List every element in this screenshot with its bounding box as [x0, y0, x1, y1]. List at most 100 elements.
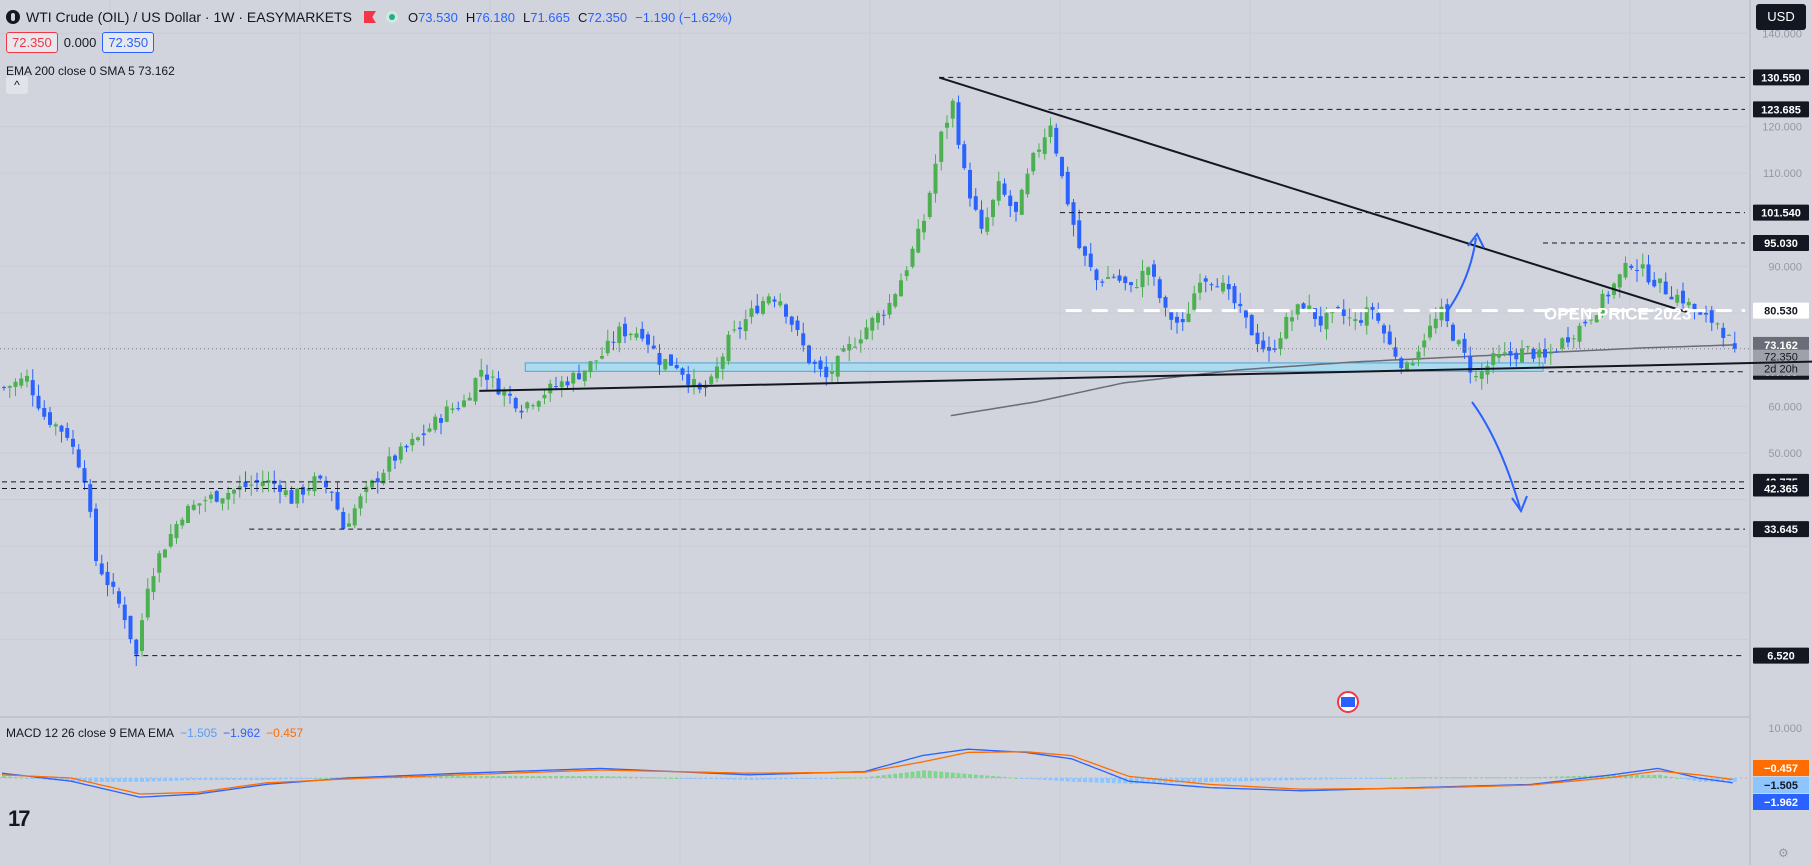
macd-hist-bar	[887, 774, 892, 778]
candle-body	[1318, 316, 1323, 326]
symbol-title[interactable]: WTI Crude (OIL) / US Dollar · 1W · EASYM…	[26, 9, 352, 25]
level-label: 95.030	[1764, 238, 1798, 250]
currency-button[interactable]: USD	[1756, 4, 1806, 30]
candle-body	[140, 620, 144, 652]
macd-hist-bar	[1083, 778, 1087, 783]
macd-hist-bar	[968, 774, 972, 778]
candle-body	[1232, 286, 1237, 304]
macd-hist-bar	[830, 778, 834, 779]
candle-body	[1226, 284, 1231, 290]
macd-hist-bar	[1382, 778, 1386, 779]
candle-body	[766, 296, 771, 304]
candle-body	[105, 571, 110, 586]
macd-hist-bar	[1261, 778, 1266, 781]
sell-button[interactable]: 72.350	[6, 32, 58, 53]
ema-indicator-label[interactable]: EMA 200 close 0 SMA 5 73.162	[6, 64, 175, 78]
market-status-icon[interactable]	[385, 11, 398, 23]
candle-body	[1065, 171, 1070, 205]
candle-body	[1111, 276, 1116, 278]
macd-hist-bar	[1065, 778, 1070, 782]
macd-hist-bar	[467, 776, 472, 778]
macd-hist-bar	[134, 778, 139, 782]
candle-body	[462, 400, 466, 407]
price-tick-label: 90.000	[1768, 261, 1802, 273]
macd-hist-bar	[1387, 777, 1392, 779]
macd-hist-bar	[163, 778, 167, 782]
candle-body	[876, 313, 880, 323]
macd-hist-bar	[1175, 778, 1179, 783]
macd-hist-bar	[577, 776, 581, 778]
candle-body	[151, 576, 156, 592]
macd-hist-bar	[1019, 778, 1024, 779]
macd-hist-bar	[1330, 778, 1335, 780]
candle-body	[243, 481, 248, 488]
symbol-header[interactable]: WTI Crude (OIL) / US Dollar · 1W · EASYM…	[6, 6, 732, 28]
candle-body	[686, 374, 691, 385]
macd-hist-bar	[680, 778, 685, 779]
candle-body	[485, 374, 489, 380]
candle-body	[807, 345, 811, 364]
macd-hist-bar	[899, 773, 903, 778]
macd-hist-bar	[755, 778, 760, 780]
candle-body	[1514, 352, 1519, 360]
bullish-arrow	[1445, 237, 1477, 314]
high-value: 76.180	[475, 9, 515, 25]
macd-hist-bar	[502, 776, 507, 778]
candle-body	[1537, 349, 1542, 358]
macd-hist-bar	[1428, 777, 1432, 779]
macd-hist-bar	[571, 776, 576, 778]
macd-hist-bar	[795, 778, 800, 779]
candle-body	[19, 378, 24, 386]
candle-body	[65, 428, 70, 438]
macd-hist-bar	[1571, 776, 1576, 778]
macd-hist-bar	[1209, 778, 1214, 782]
candle-body	[749, 308, 754, 317]
macd-legend[interactable]: MACD 12 26 close 9 EMA EMA −1.505 −1.962…	[6, 726, 303, 740]
candle-body	[617, 326, 622, 344]
macd-hist-bar	[1393, 777, 1398, 779]
macd-hist-bar	[950, 772, 955, 778]
macd-hist-bar	[927, 770, 932, 778]
flag-icon[interactable]	[363, 11, 376, 23]
candle-body	[795, 320, 800, 331]
signal-line	[1, 751, 1733, 795]
macd-hist-bar	[145, 778, 150, 782]
macd-hist-bar	[1313, 778, 1317, 780]
macd-value-tag: −0.457	[1764, 763, 1798, 775]
macd-hist-bar	[1284, 778, 1289, 781]
price-tick-label: 50.000	[1768, 448, 1802, 460]
candle-body	[94, 508, 98, 561]
buy-button[interactable]: 72.350	[102, 32, 155, 53]
candle-body	[1606, 294, 1611, 297]
settings-gear-icon[interactable]: ⚙	[1778, 846, 1789, 860]
macd-hist-bar	[485, 776, 489, 778]
macd-hist-bar	[956, 773, 961, 778]
candle-body	[824, 366, 829, 378]
candle-body	[1663, 281, 1668, 295]
candle-body	[1681, 290, 1685, 304]
macd-hist-bar	[807, 778, 811, 779]
candle-body	[1002, 183, 1007, 195]
candle-body	[421, 433, 426, 436]
candle-body	[1238, 303, 1243, 307]
macd-hist-bar	[439, 776, 443, 778]
candle-body	[226, 492, 231, 500]
macd-hist-bar	[1341, 778, 1346, 779]
candle-body	[433, 416, 438, 430]
candle-body	[1019, 189, 1024, 215]
macd-hist-bar	[128, 778, 133, 782]
candle-body	[1416, 351, 1421, 361]
macd-hist-bar	[789, 778, 794, 779]
price-tick-label: 140.000	[1762, 28, 1802, 40]
macd-hist-bar	[697, 778, 702, 779]
candle-body	[864, 327, 869, 340]
candle-body	[479, 369, 484, 377]
macd-hist-bar	[1238, 778, 1243, 782]
macd-hist-bar	[1324, 778, 1329, 780]
macd-hist-bar	[1353, 778, 1358, 779]
candle-body	[1169, 312, 1174, 320]
collapse-chevron-icon[interactable]: ^	[6, 76, 28, 94]
candle-body	[197, 503, 202, 506]
macd-hist-bar	[835, 777, 840, 779]
candle-body	[341, 512, 346, 529]
